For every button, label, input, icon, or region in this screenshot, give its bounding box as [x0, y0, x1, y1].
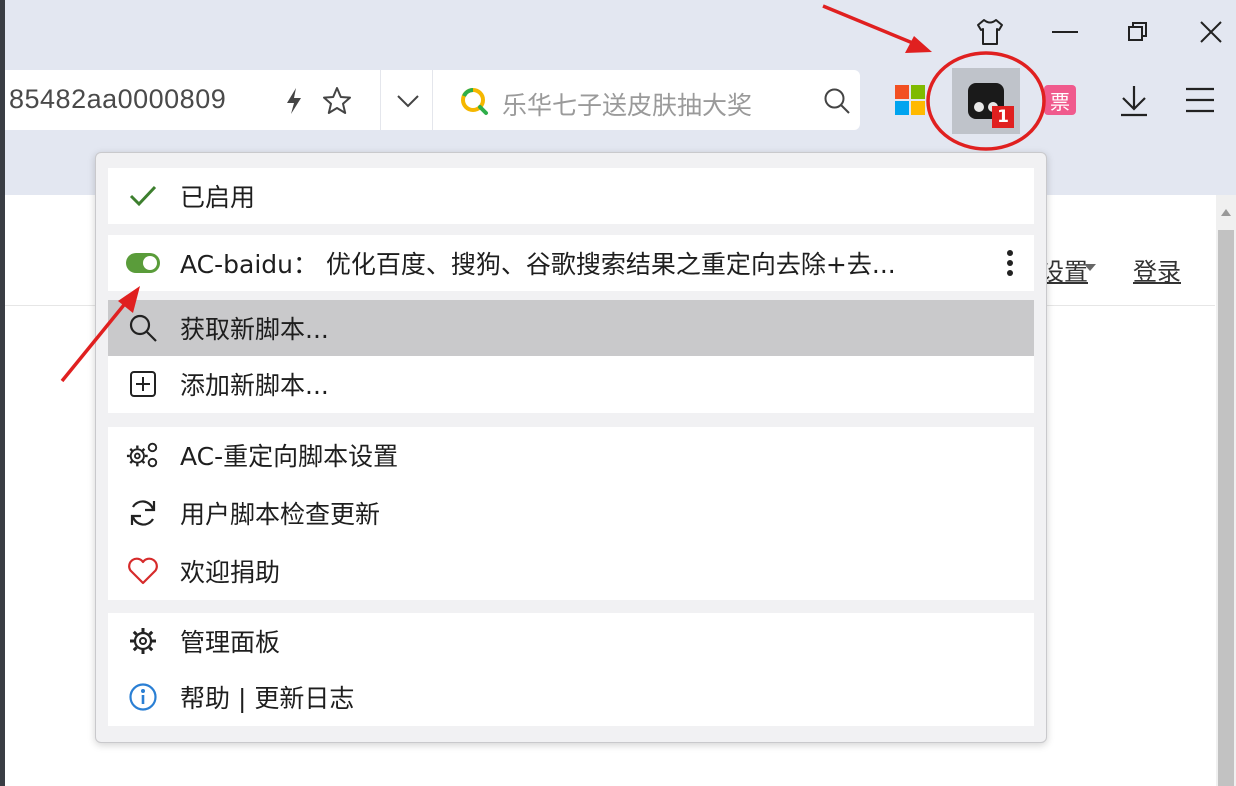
menu-section-script-commands: AC-重定向脚本设置 用户脚本检查更新 欢迎捐助 — [108, 427, 1034, 600]
menu-section-scripts: AC-baidu： 优化百度、搜狗、谷歌搜索结果之重定向去除+去... — [108, 235, 1034, 291]
minimize-icon[interactable] — [1045, 12, 1085, 52]
ticket-extension-icon[interactable]: 票 — [1044, 85, 1076, 115]
enabled-toggle-item[interactable]: 已启用 — [108, 168, 1034, 224]
info-icon — [126, 680, 160, 714]
ac-settings-item[interactable]: AC-重定向脚本设置 — [108, 427, 1034, 483]
gear-icon — [126, 624, 160, 658]
settings-link[interactable]: 设置 — [1040, 252, 1088, 287]
more-options-icon[interactable] — [1006, 249, 1016, 277]
skin-icon[interactable] — [970, 12, 1010, 52]
check-updates-item[interactable]: 用户脚本检查更新 — [108, 485, 1034, 541]
restore-icon[interactable] — [1118, 12, 1158, 52]
enabled-label: 已启用 — [180, 183, 256, 212]
menu-hamburger-icon[interactable] — [1183, 85, 1217, 115]
add-new-script-label: 添加新脚本... — [180, 371, 329, 400]
get-new-script-item[interactable]: 获取新脚本... — [108, 300, 1034, 356]
lightning-icon[interactable] — [281, 86, 307, 116]
ac-settings-label: AC-重定向脚本设置 — [180, 442, 399, 471]
dashboard-label: 管理面板 — [180, 628, 281, 657]
menu-section-new: 获取新脚本... 添加新脚本... — [108, 300, 1034, 413]
window-edge — [0, 0, 5, 786]
star-icon[interactable] — [320, 84, 354, 118]
settings-link-label: 设置 — [1040, 258, 1088, 286]
tampermonkey-extension-button[interactable]: 1 — [952, 68, 1020, 134]
gears-icon — [126, 438, 160, 472]
divider — [380, 70, 381, 130]
address-bar[interactable]: 85482aa0000809 乐华七子送皮肤抽大奖 — [5, 70, 860, 130]
donate-label: 欢迎捐助 — [180, 558, 281, 587]
caret-down-icon[interactable] — [1083, 262, 1097, 272]
heart-icon — [126, 554, 160, 588]
menu-section-management: 管理面板 帮助 | 更新日志 — [108, 613, 1034, 726]
donate-item[interactable]: 欢迎捐助 — [108, 543, 1034, 599]
help-label: 帮助 | 更新日志 — [180, 684, 355, 713]
script-name: AC-baidu： 优化百度、搜狗、谷歌搜索结果之重定向去除+去... — [180, 250, 896, 279]
search-placeholder[interactable]: 乐华七子送皮肤抽大奖 — [502, 86, 752, 122]
notification-badge: 1 — [992, 106, 1014, 128]
search-icon[interactable] — [820, 84, 854, 118]
search-icon — [126, 311, 160, 345]
script-item-ac-baidu[interactable]: AC-baidu： 优化百度、搜狗、谷歌搜索结果之重定向去除+去... — [108, 235, 1034, 291]
check-updates-label: 用户脚本检查更新 — [180, 500, 381, 529]
refresh-icon — [126, 496, 160, 530]
get-new-script-label: 获取新脚本... — [180, 315, 329, 344]
add-square-icon — [126, 367, 160, 401]
search-engine-logo-icon — [458, 85, 490, 117]
download-icon[interactable] — [1117, 83, 1151, 119]
scrollbar-thumb[interactable] — [1218, 230, 1234, 786]
menu-section-status: 已启用 — [108, 168, 1034, 224]
login-link[interactable]: 登录 — [1133, 252, 1181, 287]
add-new-script-item[interactable]: 添加新脚本... — [108, 356, 1034, 412]
toggle-on-icon[interactable] — [126, 246, 160, 280]
url-text[interactable]: 85482aa0000809 — [9, 84, 226, 115]
apps-grid-icon[interactable] — [893, 83, 927, 117]
userscript-menu-popup: 已启用 AC-baidu： 优化百度、搜狗、谷歌搜索结果之重定向去除+去... … — [95, 152, 1047, 743]
scroll-up-arrow-icon[interactable] — [1221, 209, 1231, 216]
dashboard-item[interactable]: 管理面板 — [108, 613, 1034, 669]
divider — [432, 70, 433, 130]
chevron-down-icon[interactable] — [393, 86, 423, 116]
close-icon[interactable] — [1191, 12, 1231, 52]
checkmark-icon — [126, 179, 160, 213]
help-item[interactable]: 帮助 | 更新日志 — [108, 669, 1034, 725]
